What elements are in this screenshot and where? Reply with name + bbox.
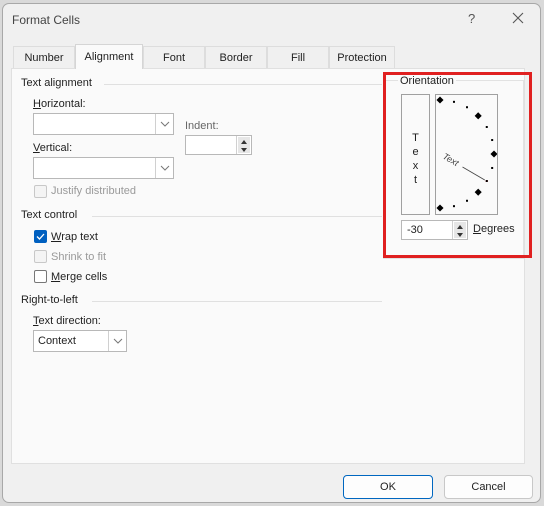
highlight-annotation [383,72,532,258]
chevron-down-icon [155,158,173,178]
tab-border[interactable]: Border [205,46,267,68]
spin-down-button[interactable] [238,145,250,153]
divider [92,301,382,302]
divider [92,216,382,217]
checkmark-icon [36,233,45,240]
divider [104,84,382,85]
justify-distributed-label: Justify distributed [51,185,136,197]
chevron-down-icon [108,331,126,351]
text-alignment-heading: Text alignment [21,77,92,89]
text-direction-label: Text direction: [33,315,101,327]
horizontal-select[interactable] [33,113,174,135]
ok-button[interactable]: OK [343,475,433,499]
shrink-to-fit-checkbox[interactable] [34,250,47,263]
merge-cells-checkbox[interactable] [34,270,47,283]
cancel-button[interactable]: Cancel [444,475,533,499]
horizontal-label: Horizontal: [33,98,86,110]
spin-up-button[interactable] [238,137,250,145]
shrink-to-fit-label: Shrink to fit [51,251,107,263]
indent-label: Indent: [185,120,219,132]
vertical-select[interactable] [33,157,174,179]
wrap-text-label: Wrap text [51,231,98,243]
close-icon [512,12,524,24]
merge-cells-label: Merge cells [51,271,108,283]
indent-spinner[interactable] [185,135,252,155]
right-to-left-heading: Right-to-left [21,294,78,306]
close-button[interactable] [509,9,527,27]
wrap-text-checkbox[interactable] [34,230,47,243]
tab-font[interactable]: Font [143,46,205,68]
tab-number[interactable]: Number [13,46,75,68]
help-button[interactable]: ? [468,11,475,26]
tab-protection[interactable]: Protection [329,46,395,68]
dialog-title: Format Cells [12,13,81,27]
justify-distributed-checkbox[interactable] [34,185,47,198]
vertical-label: Vertical: [33,142,73,154]
text-direction-select[interactable]: Context [33,330,127,352]
tab-alignment[interactable]: Alignment [75,44,143,69]
format-cells-dialog: Format Cells ? Number Alignment Font Bor… [2,3,541,503]
tab-fill[interactable]: Fill [267,46,329,68]
chevron-down-icon [155,114,173,134]
text-control-heading: Text control [21,209,78,221]
